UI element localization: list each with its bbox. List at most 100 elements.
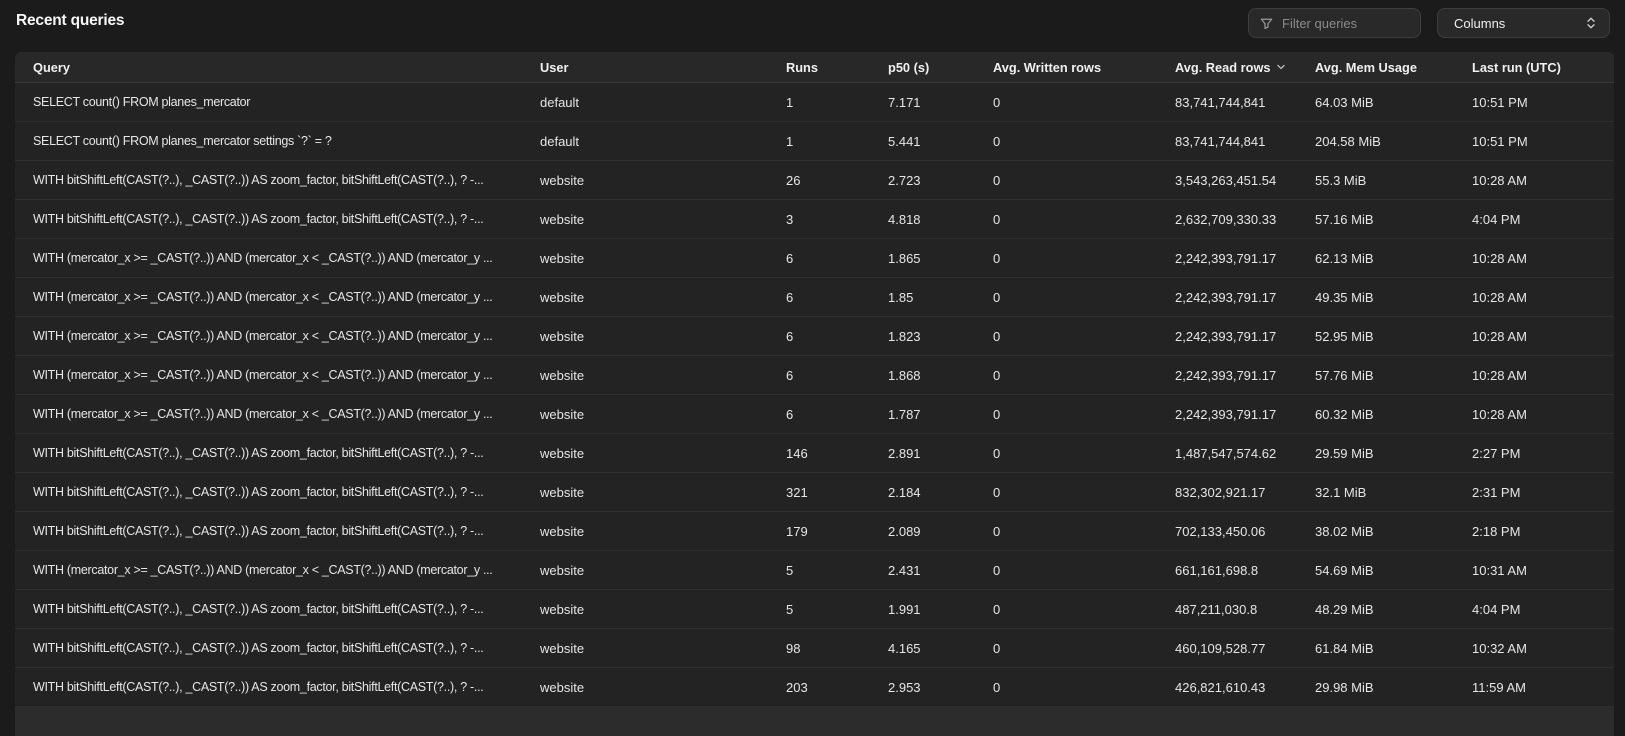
cell-query: WITH (mercator_x >= _CAST(?..)) AND (mer… — [15, 407, 540, 421]
cell-query: WITH bitShiftLeft(CAST(?..), _CAST(?..))… — [15, 524, 540, 538]
cell-mem: 29.59 MiB — [1315, 446, 1472, 461]
table-row[interactable]: WITH (mercator_x >= _CAST(?..)) AND (mer… — [15, 395, 1614, 434]
cell-written_rows: 0 — [993, 446, 1175, 461]
cell-mem: 61.84 MiB — [1315, 641, 1472, 656]
cell-mem: 29.98 MiB — [1315, 680, 1472, 695]
funnel-icon — [1259, 16, 1274, 31]
table-row[interactable]: WITH (mercator_x >= _CAST(?..)) AND (mer… — [15, 317, 1614, 356]
columns-select[interactable]: Columns — [1437, 8, 1610, 38]
table-row[interactable]: WITH bitShiftLeft(CAST(?..), _CAST(?..))… — [15, 473, 1614, 512]
cell-query: WITH (mercator_x >= _CAST(?..)) AND (mer… — [15, 368, 540, 382]
toolbar: Columns — [1248, 8, 1610, 38]
column-header-user[interactable]: User — [540, 60, 786, 75]
table-row[interactable]: WITH bitShiftLeft(CAST(?..), _CAST(?..))… — [15, 668, 1614, 707]
cell-runs: 6 — [786, 329, 888, 344]
cell-written_rows: 0 — [993, 641, 1175, 656]
cell-runs: 6 — [786, 407, 888, 422]
cell-runs: 5 — [786, 563, 888, 578]
cell-read_rows: 83,741,744,841 — [1175, 95, 1315, 110]
cell-p50: 7.171 — [888, 95, 993, 110]
cell-p50: 2.723 — [888, 173, 993, 188]
cell-query: SELECT count() FROM planes_mercator sett… — [15, 134, 540, 148]
column-header-query[interactable]: Query — [15, 60, 540, 75]
cell-runs: 98 — [786, 641, 888, 656]
cell-user: website — [540, 368, 786, 383]
column-header-last-run[interactable]: Last run (UTC) — [1472, 60, 1614, 75]
cell-mem: 52.95 MiB — [1315, 329, 1472, 344]
cell-last_run: 10:28 AM — [1472, 368, 1614, 383]
cell-mem: 48.29 MiB — [1315, 602, 1472, 617]
cell-mem: 60.32 MiB — [1315, 407, 1472, 422]
cell-read_rows: 83,741,744,841 — [1175, 134, 1315, 149]
cell-read_rows: 702,133,450.06 — [1175, 524, 1315, 539]
cell-p50: 1.991 — [888, 602, 993, 617]
table-row[interactable]: WITH bitShiftLeft(CAST(?..), _CAST(?..))… — [15, 629, 1614, 668]
cell-query: WITH bitShiftLeft(CAST(?..), _CAST(?..))… — [15, 446, 540, 460]
filter-queries-box[interactable] — [1248, 8, 1421, 38]
cell-user: default — [540, 134, 786, 149]
cell-written_rows: 0 — [993, 680, 1175, 695]
table-row[interactable]: WITH (mercator_x >= _CAST(?..)) AND (mer… — [15, 356, 1614, 395]
column-header-read-rows-label: Avg. Read rows — [1175, 60, 1271, 75]
cell-runs: 6 — [786, 290, 888, 305]
cell-mem: 55.3 MiB — [1315, 173, 1472, 188]
cell-written_rows: 0 — [993, 368, 1175, 383]
cell-read_rows: 487,211,030.8 — [1175, 602, 1315, 617]
cell-read_rows: 2,242,393,791.17 — [1175, 290, 1315, 305]
cell-written_rows: 0 — [993, 524, 1175, 539]
cell-read_rows: 832,302,921.17 — [1175, 485, 1315, 500]
cell-written_rows: 0 — [993, 407, 1175, 422]
table-row[interactable]: WITH bitShiftLeft(CAST(?..), _CAST(?..))… — [15, 161, 1614, 200]
table-row[interactable]: WITH bitShiftLeft(CAST(?..), _CAST(?..))… — [15, 590, 1614, 629]
column-header-runs[interactable]: Runs — [786, 60, 888, 75]
cell-p50: 1.868 — [888, 368, 993, 383]
cell-mem: 64.03 MiB — [1315, 95, 1472, 110]
cell-written_rows: 0 — [993, 290, 1175, 305]
cell-mem: 49.35 MiB — [1315, 290, 1472, 305]
cell-last_run: 11:59 AM — [1472, 680, 1614, 695]
cell-written_rows: 0 — [993, 329, 1175, 344]
cell-last_run: 2:18 PM — [1472, 524, 1614, 539]
column-header-mem[interactable]: Avg. Mem Usage — [1315, 60, 1472, 75]
table-row[interactable]: WITH bitShiftLeft(CAST(?..), _CAST(?..))… — [15, 512, 1614, 551]
cell-user: website — [540, 173, 786, 188]
cell-written_rows: 0 — [993, 212, 1175, 227]
cell-p50: 2.184 — [888, 485, 993, 500]
table-row[interactable]: WITH (mercator_x >= _CAST(?..)) AND (mer… — [15, 278, 1614, 317]
cell-last_run: 2:27 PM — [1472, 446, 1614, 461]
cell-mem: 38.02 MiB — [1315, 524, 1472, 539]
up-down-chevrons-icon — [1585, 16, 1597, 30]
cell-p50: 2.953 — [888, 680, 993, 695]
cell-mem: 54.69 MiB — [1315, 563, 1472, 578]
table-row[interactable]: WITH bitShiftLeft(CAST(?..), _CAST(?..))… — [15, 200, 1614, 239]
column-header-read-rows[interactable]: Avg. Read rows — [1175, 60, 1315, 75]
table-row-partial[interactable] — [15, 707, 1614, 736]
cell-user: website — [540, 251, 786, 266]
cell-mem: 57.76 MiB — [1315, 368, 1472, 383]
filter-queries-input[interactable] — [1282, 16, 1410, 31]
cell-p50: 2.431 — [888, 563, 993, 578]
cell-written_rows: 0 — [993, 485, 1175, 500]
cell-p50: 1.787 — [888, 407, 993, 422]
cell-runs: 1 — [786, 95, 888, 110]
cell-written_rows: 0 — [993, 95, 1175, 110]
cell-mem: 62.13 MiB — [1315, 251, 1472, 266]
cell-read_rows: 2,632,709,330.33 — [1175, 212, 1315, 227]
table-row[interactable]: WITH (mercator_x >= _CAST(?..)) AND (mer… — [15, 551, 1614, 590]
table-row[interactable]: WITH bitShiftLeft(CAST(?..), _CAST(?..))… — [15, 434, 1614, 473]
column-header-written-rows[interactable]: Avg. Written rows — [993, 60, 1175, 75]
cell-p50: 4.818 — [888, 212, 993, 227]
cell-last_run: 4:04 PM — [1472, 602, 1614, 617]
cell-query: WITH (mercator_x >= _CAST(?..)) AND (mer… — [15, 290, 540, 304]
sort-desc-chevron-icon — [1276, 63, 1286, 71]
cell-last_run: 10:28 AM — [1472, 290, 1614, 305]
cell-last_run: 10:51 PM — [1472, 95, 1614, 110]
column-header-p50[interactable]: p50 (s) — [888, 60, 993, 75]
cell-written_rows: 0 — [993, 173, 1175, 188]
cell-read_rows: 2,242,393,791.17 — [1175, 368, 1315, 383]
cell-query: WITH (mercator_x >= _CAST(?..)) AND (mer… — [15, 563, 540, 577]
cell-query: WITH (mercator_x >= _CAST(?..)) AND (mer… — [15, 329, 540, 343]
table-row[interactable]: SELECT count() FROM planes_mercatordefau… — [15, 83, 1614, 122]
table-row[interactable]: SELECT count() FROM planes_mercator sett… — [15, 122, 1614, 161]
table-row[interactable]: WITH (mercator_x >= _CAST(?..)) AND (mer… — [15, 239, 1614, 278]
